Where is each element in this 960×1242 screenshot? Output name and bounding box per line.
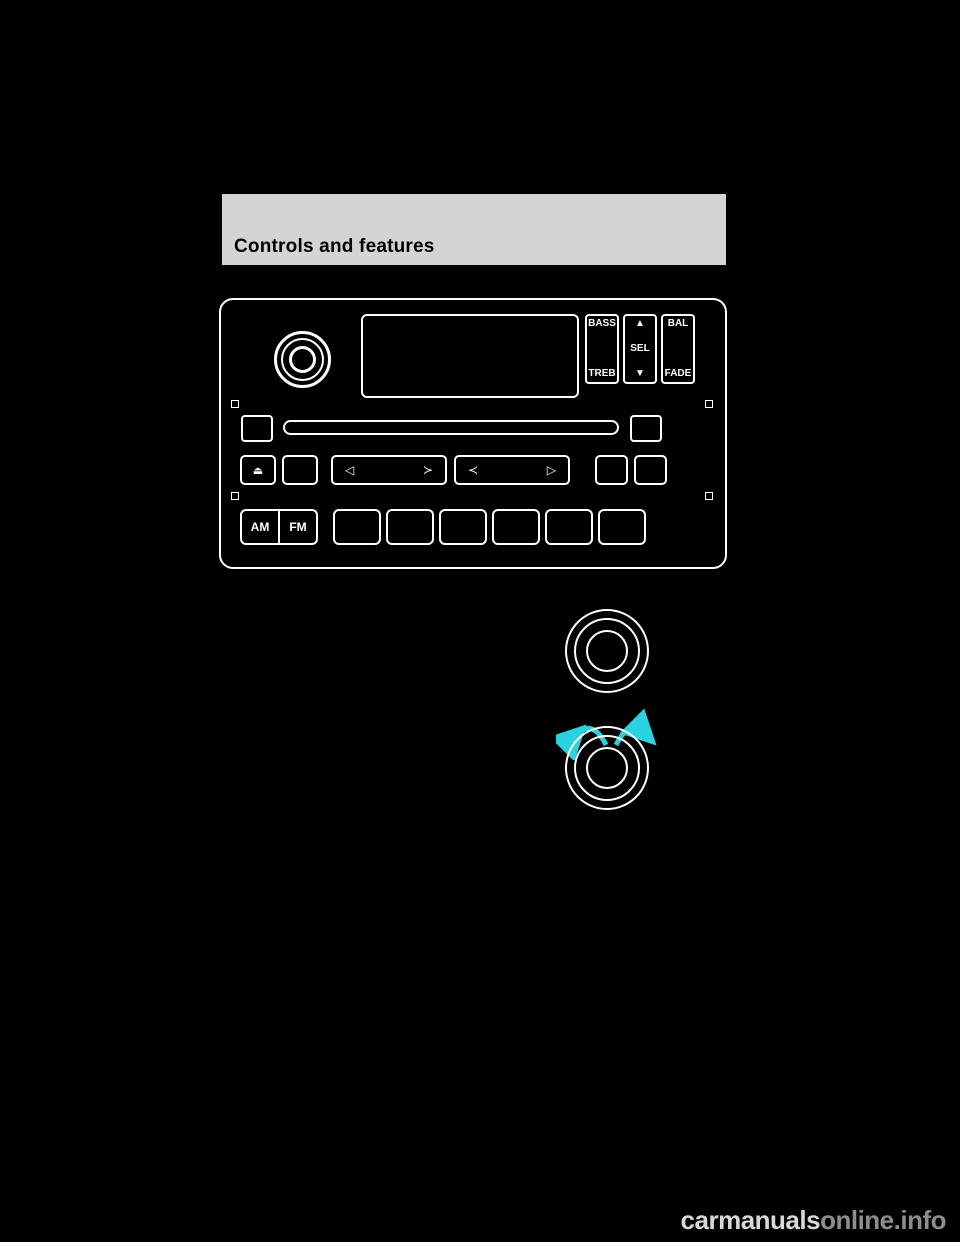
tune-rocker[interactable]: ≺ ▷ — [454, 455, 570, 485]
slot-left-button[interactable] — [241, 415, 273, 442]
bal-label: BAL — [667, 318, 689, 329]
unlabeled-button-3[interactable] — [634, 455, 667, 485]
cassette-slot — [283, 420, 619, 435]
preset-6[interactable] — [598, 509, 646, 545]
volume-knob-rotate-figure — [565, 726, 649, 810]
corner-screw-top-right — [705, 400, 713, 408]
am-button[interactable]: AM — [242, 511, 278, 543]
sel-label: SEL — [630, 343, 650, 354]
rotate-knob-inner-ring — [586, 747, 628, 789]
band-selector[interactable]: AM FM — [240, 509, 318, 545]
preset-2[interactable] — [386, 509, 434, 545]
corner-screw-top-left — [231, 400, 239, 408]
down-arrow-icon[interactable]: ▼ — [635, 369, 645, 379]
tune-left-icon[interactable]: ≺ — [468, 464, 478, 476]
bass-treb-key[interactable]: BASS TREB — [585, 314, 619, 384]
bass-label: BASS — [588, 318, 616, 329]
up-arrow-icon[interactable]: ▲ — [635, 319, 645, 329]
fade-label: FADE — [664, 368, 692, 379]
preset-1[interactable] — [333, 509, 381, 545]
radio-display — [361, 314, 579, 398]
seek-left-icon[interactable]: ◁ — [345, 464, 354, 476]
eject-icon: ⏏ — [252, 464, 264, 477]
fm-button[interactable]: FM — [280, 511, 316, 543]
watermark-dark-text: online.info — [820, 1205, 946, 1235]
watermark: carmanualsonline.info — [680, 1205, 947, 1236]
treb-label: TREB — [588, 368, 616, 379]
eject-button[interactable]: ⏏ — [240, 455, 276, 485]
knob-inner-ring — [586, 630, 628, 672]
bal-fade-key[interactable]: BAL FADE — [661, 314, 695, 384]
preset-4[interactable] — [492, 509, 540, 545]
watermark-light-text: carmanuals — [680, 1205, 821, 1235]
seek-right-icon[interactable]: ≻ — [423, 464, 433, 476]
page-title: Controls and features — [234, 236, 435, 257]
preset-5[interactable] — [545, 509, 593, 545]
car-audio-faceplate: BASS TREB ▲ SEL ▼ BAL FADE ⏏ ◁ ≻ ≺ ▷ AM … — [219, 298, 727, 569]
sel-key[interactable]: ▲ SEL ▼ — [623, 314, 657, 384]
unlabeled-button-2[interactable] — [595, 455, 628, 485]
slot-right-button[interactable] — [630, 415, 662, 442]
corner-screw-bottom-left — [231, 492, 239, 500]
volume-knob-inner-ring — [289, 346, 316, 373]
tune-right-icon[interactable]: ▷ — [547, 464, 556, 476]
unlabeled-button-1[interactable] — [282, 455, 318, 485]
corner-screw-bottom-right — [705, 492, 713, 500]
seek-rocker[interactable]: ◁ ≻ — [331, 455, 447, 485]
volume-knob-figure — [565, 609, 649, 693]
preset-3[interactable] — [439, 509, 487, 545]
